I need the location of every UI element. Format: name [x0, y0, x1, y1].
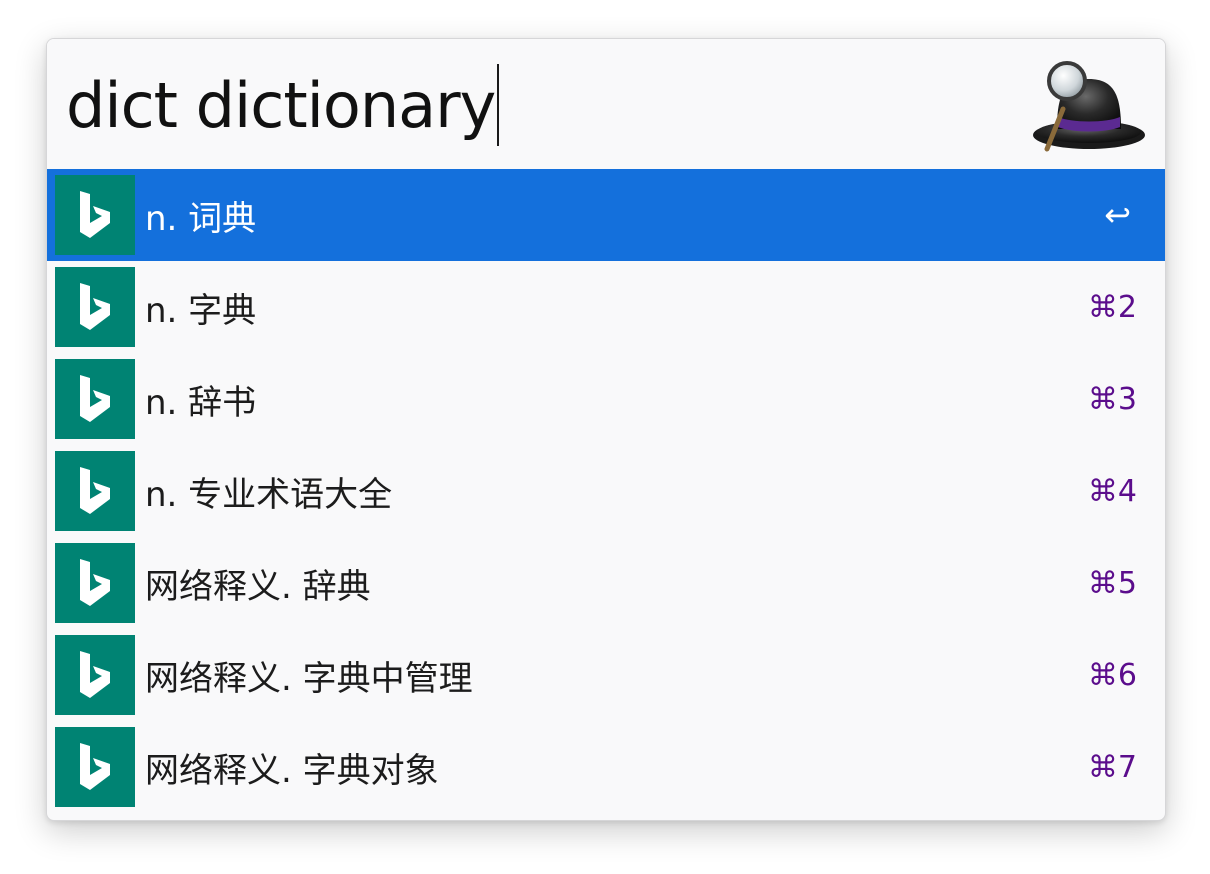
result-row[interactable]: n. 词典 ↩: [47, 169, 1165, 261]
result-shortcut: ⌘6: [1087, 657, 1137, 693]
bing-icon: [55, 543, 135, 623]
launcher-window: dict dictionary n. 词典 ↩ n. 字典 ⌘2 n. 辞书 ⌘…: [46, 38, 1166, 821]
result-shortcut: ⌘3: [1087, 381, 1137, 417]
bing-icon: [55, 451, 135, 531]
bing-icon: [55, 175, 135, 255]
result-shortcut: ⌘2: [1087, 289, 1137, 325]
result-label: n. 专业术语大全: [145, 474, 393, 515]
bing-icon: [55, 359, 135, 439]
result-label: 网络释义. 字典中管理: [145, 658, 473, 699]
bing-icon: [55, 635, 135, 715]
bing-icon: [55, 267, 135, 347]
search-query-text: dict dictionary: [66, 68, 496, 142]
search-input[interactable]: dict dictionary: [66, 64, 500, 146]
result-row[interactable]: n. 辞书 ⌘3: [47, 353, 1165, 445]
result-row[interactable]: 网络释义. 字典对象 ⌘7: [47, 721, 1165, 813]
result-label: n. 辞书: [145, 382, 257, 423]
return-key-icon: ↩: [1104, 196, 1131, 234]
result-label: n. 字典: [145, 290, 257, 331]
bing-icon: [55, 727, 135, 807]
result-row[interactable]: n. 专业术语大全 ⌘4: [47, 445, 1165, 537]
search-bar[interactable]: dict dictionary: [47, 39, 1165, 169]
result-row[interactable]: n. 字典 ⌘2: [47, 261, 1165, 353]
result-shortcut: ⌘5: [1087, 565, 1137, 601]
results-list: n. 词典 ↩ n. 字典 ⌘2 n. 辞书 ⌘3 n. 专业术语大全 ⌘4 网…: [47, 169, 1165, 813]
text-caret: [497, 64, 500, 146]
result-row[interactable]: 网络释义. 字典中管理 ⌘6: [47, 629, 1165, 721]
result-label: 网络释义. 辞典: [145, 566, 371, 607]
result-row[interactable]: 网络释义. 辞典 ⌘5: [47, 537, 1165, 629]
alfred-hat-icon: [1033, 61, 1145, 152]
result-shortcut: ⌘7: [1087, 749, 1137, 785]
result-label: n. 词典: [145, 198, 257, 239]
result-shortcut: ⌘4: [1087, 473, 1137, 509]
result-label: 网络释义. 字典对象: [145, 750, 439, 791]
